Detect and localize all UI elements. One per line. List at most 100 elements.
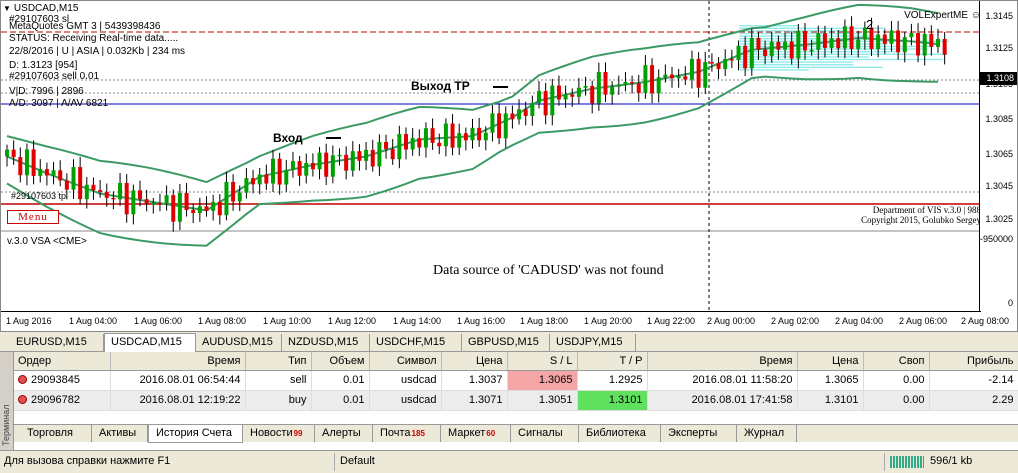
candle-body	[829, 38, 834, 48]
subwindow-max-label: -950000	[979, 234, 1013, 244]
symbol-tab[interactable]: USDCAD,M15	[104, 333, 196, 352]
tab-badge: 185	[411, 429, 425, 438]
status-separator	[884, 453, 885, 471]
column-header[interactable]: Символ	[369, 352, 442, 371]
candle-body	[357, 151, 362, 161]
time-tick: 1 Aug 12:00	[328, 316, 377, 326]
candle-body	[38, 169, 43, 176]
candle-body	[71, 167, 76, 190]
terminal-tab[interactable]: Почта185	[373, 425, 441, 442]
copyright-text: Department of VIS v.3.0 | 988 Copyright …	[801, 205, 981, 225]
candle-body	[297, 161, 302, 176]
column-header[interactable]: T / P	[577, 352, 648, 371]
symbol-tab[interactable]: USDJPY,M15	[550, 334, 636, 351]
candle-body	[896, 30, 901, 53]
terminal-side-label[interactable]: Терминал	[0, 352, 14, 453]
orders-table[interactable]: Ордер Время Тип Объем Символ Цена S / LT / P Вр…	[14, 352, 1018, 424]
candle-body	[151, 203, 156, 205]
terminal-tab[interactable]: Маркет60	[441, 425, 511, 442]
time-tick: 1 Aug 14:00	[393, 316, 442, 326]
candle-body	[310, 162, 315, 170]
candle-body	[124, 182, 129, 215]
candle-body	[523, 109, 528, 116]
time-tick: 1 Aug 06:00	[134, 316, 183, 326]
terminal-tab[interactable]: Эксперты	[661, 425, 737, 442]
candle-body	[942, 38, 947, 55]
terminal-tab[interactable]: Сигналы	[511, 425, 579, 442]
symbol-tab[interactable]: NZDUSD,M15	[282, 334, 370, 351]
candle-body	[231, 181, 236, 202]
terminal-tab[interactable]: Алерты	[315, 425, 373, 442]
terminal-tab[interactable]: Активы	[92, 425, 148, 442]
candle-body	[769, 41, 774, 57]
table-row[interactable]: 29093845 2016.08.01 06:54:44 sell 0.01 usdca…	[14, 370, 1018, 391]
candle-body	[816, 33, 821, 50]
candle-body	[670, 74, 674, 79]
tab-label: История Счета	[156, 427, 233, 439]
candle-body	[370, 149, 375, 167]
candle-body	[31, 149, 36, 176]
candle-body	[689, 58, 694, 80]
column-header[interactable]: Своп	[863, 352, 930, 371]
table-row[interactable]: 29096782 2016.08.01 12:19:22 buy 0.01 usdcad…	[14, 390, 1018, 411]
candle-body	[842, 26, 847, 49]
candle-body	[290, 161, 295, 170]
candle-body	[749, 37, 754, 69]
chart-window[interactable]: ▼ USDCAD,M15 #29107603 sl MetaQuotes GMT …	[0, 0, 1018, 332]
candle-body	[517, 109, 522, 120]
table-cell: 1.2925	[577, 370, 648, 391]
symbol-tab[interactable]: GBPUSD,M15	[462, 334, 550, 351]
info-line: #29107603 sell 0.01	[9, 71, 100, 82]
terminal-tab[interactable]: История Счета	[148, 425, 243, 443]
time-tick: 2 Aug 08:00	[961, 316, 1010, 326]
column-header[interactable]: Ордер	[14, 352, 111, 371]
column-header[interactable]: Время	[110, 352, 246, 371]
terminal-tab[interactable]: Журнал	[737, 425, 797, 442]
current-price-label: 1.3108	[979, 72, 1017, 85]
volume-profile-bar	[739, 66, 883, 68]
volume-profile-bar	[739, 69, 809, 71]
subwindow-message: Data source of 'CADUSD' was not found	[433, 263, 664, 278]
symbol-tab[interactable]: USDCHF,M15	[370, 334, 462, 351]
table-cell: 0.01	[311, 370, 370, 391]
terminal-tab[interactable]: Торговля	[20, 425, 92, 442]
time-tick: 1 Aug 22:00	[647, 316, 696, 326]
candle-body	[902, 37, 907, 53]
candle-body	[743, 45, 748, 69]
column-header[interactable]: Время	[647, 352, 798, 371]
time-tick: 1 Aug 08:00	[198, 316, 247, 326]
candle-body	[723, 59, 728, 70]
column-header[interactable]: S / L	[507, 352, 578, 371]
terminal-tab[interactable]: Библиотека	[579, 425, 661, 442]
candle-body	[550, 85, 555, 116]
table-cell: 1.3101	[797, 390, 864, 411]
candle-body	[404, 134, 408, 150]
candle-body	[616, 84, 621, 87]
column-header[interactable]: Прибыль	[929, 352, 1018, 371]
price-axis[interactable]: 1.3145 1.3125 1.3105 1.3085 1.3065 1.304…	[979, 1, 1017, 311]
status-bar: Для вызова справки нажмите F1 Default 59…	[0, 450, 1018, 473]
candle-body	[437, 142, 442, 147]
column-header[interactable]: Объем	[311, 352, 370, 371]
symbol-tab[interactable]: EURUSD,M15	[10, 334, 104, 351]
terminal-tab[interactable]: Новости99	[243, 425, 315, 442]
copyright-line: Department of VIS v.3.0 | 988	[872, 205, 981, 215]
candle-body	[596, 71, 601, 104]
candle-body	[650, 65, 655, 94]
candle-body	[397, 134, 402, 160]
candle-body	[936, 38, 940, 47]
candle-body	[576, 87, 581, 97]
column-header[interactable]: Тип	[245, 352, 312, 371]
menu-button[interactable]: Menu	[7, 210, 59, 224]
candle-body	[84, 184, 89, 200]
time-tick: 2 Aug 04:00	[835, 316, 884, 326]
time-axis[interactable]: 1 Aug 2016 1 Aug 04:00 1 Aug 06:00 1 Aug…	[1, 311, 1009, 332]
time-tick: 1 Aug 04:00	[69, 316, 118, 326]
candle-body	[224, 181, 229, 216]
column-header[interactable]: Цена	[441, 352, 508, 371]
candle-body	[304, 162, 309, 176]
candle-body	[197, 206, 202, 214]
candle-body	[364, 149, 369, 161]
column-header[interactable]: Цена	[797, 352, 864, 371]
symbol-tab[interactable]: AUDUSD,M15	[196, 334, 282, 351]
